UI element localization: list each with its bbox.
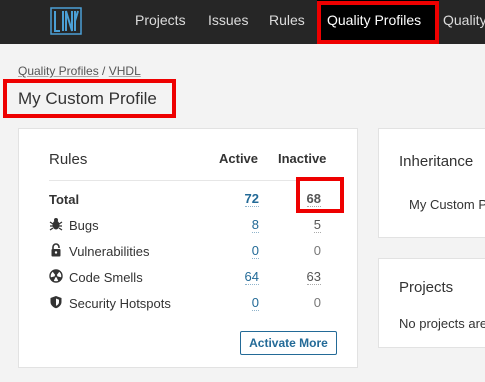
highlight-box-inactive-total bbox=[296, 177, 344, 213]
shield-icon bbox=[50, 296, 62, 309]
rules-row-label: Bugs bbox=[69, 218, 99, 233]
highlight-box-nav bbox=[317, 1, 439, 44]
vulnerabilities-inactive-count: 0 bbox=[313, 243, 321, 258]
rules-row-code-smells: Code Smells 64 63 bbox=[49, 268, 339, 288]
linty-logo-icon[interactable] bbox=[50, 7, 82, 35]
projects-title: Projects bbox=[399, 279, 454, 296]
breadcrumb-quality-profiles-link[interactable]: Quality Profiles bbox=[18, 64, 99, 78]
code-smells-inactive-count[interactable]: 63 bbox=[306, 270, 321, 285]
bugs-active-count[interactable]: 8 bbox=[251, 218, 259, 233]
security-hotspots-inactive-count: 0 bbox=[313, 295, 321, 310]
rules-row-bugs: Bugs 8 5 bbox=[49, 216, 339, 236]
rules-row-vulnerabilities: Vulnerabilities 0 0 bbox=[49, 242, 339, 262]
rules-row-label: Security Hotspots bbox=[69, 296, 171, 311]
rules-row-label: Total bbox=[49, 192, 80, 207]
inheritance-title: Inheritance bbox=[399, 153, 474, 170]
nav-quality-gates[interactable]: Quality bbox=[443, 0, 485, 44]
breadcrumb-language-link[interactable]: VHDL bbox=[109, 64, 141, 78]
bugs-inactive-count[interactable]: 5 bbox=[313, 218, 321, 233]
security-hotspots-active-count[interactable]: 0 bbox=[251, 296, 259, 311]
rules-row-security-hotspots: Security Hotspots 0 0 bbox=[49, 294, 339, 314]
activate-more-button[interactable]: Activate More bbox=[240, 331, 337, 355]
nav-issues[interactable]: Issues bbox=[208, 0, 248, 44]
nav-rules[interactable]: Rules bbox=[269, 0, 305, 44]
column-header-inactive: Inactive bbox=[278, 151, 327, 166]
lock-icon bbox=[51, 243, 61, 257]
rules-row-label: Code Smells bbox=[69, 270, 143, 285]
breadcrumb: Quality Profiles / VHDL bbox=[18, 64, 141, 78]
code-smell-icon bbox=[49, 269, 63, 283]
projects-card: Projects No projects are bbox=[378, 258, 485, 348]
inheritance-profile-name: My Custom P bbox=[409, 197, 485, 212]
highlight-box-title bbox=[3, 79, 176, 118]
code-smells-active-count[interactable]: 64 bbox=[244, 270, 259, 285]
nav-projects[interactable]: Projects bbox=[135, 0, 186, 44]
projects-empty-text: No projects are bbox=[399, 316, 485, 331]
inheritance-card: Inheritance My Custom P bbox=[378, 128, 485, 238]
rules-row-label: Vulnerabilities bbox=[69, 244, 150, 259]
breadcrumb-separator: / bbox=[102, 64, 106, 78]
total-active-count[interactable]: 72 bbox=[244, 192, 259, 207]
rules-card-title: Rules bbox=[49, 151, 88, 168]
column-header-active: Active bbox=[219, 151, 259, 166]
vulnerabilities-active-count[interactable]: 0 bbox=[251, 244, 259, 259]
bug-icon bbox=[49, 218, 63, 231]
